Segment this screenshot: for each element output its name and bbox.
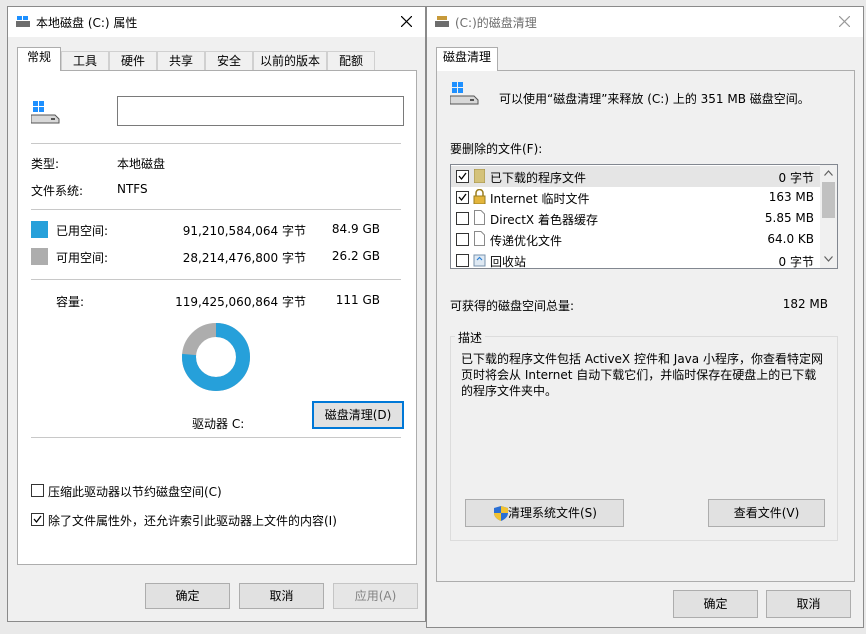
filesystem-value: NTFS <box>117 182 148 196</box>
used-space-swatch <box>31 221 48 238</box>
list-item[interactable]: DirectX 着色器缓存 5.85 MB <box>451 208 820 229</box>
free-space-label: 可用空间: <box>56 251 109 265</box>
list-item[interactable]: 已下载的程序文件 0 字节 <box>451 166 820 187</box>
free-space-swatch <box>31 248 48 265</box>
compress-drive-label: 压缩此驱动器以节约磁盘空间(C) <box>48 485 222 499</box>
file-size: 0 字节 <box>778 255 814 269</box>
scrollbar-thumb[interactable] <box>822 182 835 218</box>
checkmark-icon <box>458 172 467 181</box>
tab-tools[interactable]: 工具 <box>61 51 109 71</box>
file-checkbox[interactable] <box>456 191 469 204</box>
list-item[interactable]: 回收站 0 字节 <box>451 250 820 269</box>
checkmark-icon <box>458 193 467 202</box>
cleanup-close-button[interactable] <box>827 7 863 37</box>
files-to-delete-label: 要删除的文件(F): <box>450 142 543 156</box>
list-item[interactable]: Internet 临时文件 163 MB <box>451 187 820 208</box>
file-name: 回收站 <box>490 255 527 269</box>
file-size: 0 字节 <box>778 171 814 185</box>
properties-close-button[interactable] <box>389 7 425 37</box>
tab-hardware[interactable]: 硬件 <box>109 51 157 71</box>
used-space-gb: 84.9 GB <box>331 222 380 236</box>
close-icon <box>401 16 412 27</box>
tab-disk-cleanup[interactable]: 磁盘清理 <box>436 47 498 71</box>
properties-window: 本地磁盘 (C:) 属性 常规 工具 硬件 共享 安全 以前的版本 配额 类型:… <box>7 6 426 622</box>
file-name: DirectX 着色器缓存 <box>490 213 598 227</box>
cleanup-titlebar: (C:)的磁盘清理 <box>427 7 863 37</box>
index-contents-checkbox[interactable] <box>31 513 44 526</box>
drive-letter-label: 驱动器 C: <box>192 417 245 431</box>
tab-quota[interactable]: 配额 <box>327 51 375 71</box>
divider <box>31 209 401 210</box>
used-space-label: 已用空间: <box>56 224 109 238</box>
file-size: 163 MB <box>768 190 814 204</box>
file-name: 传递优化文件 <box>490 234 563 248</box>
files-to-delete-list[interactable]: 已下载的程序文件 0 字节 Internet 临时文件 163 MB Direc… <box>450 164 838 269</box>
file-size: 5.85 MB <box>764 211 814 225</box>
description-text: 已下载的程序文件包括 ActiveX 控件和 Java 小程序，你查看特定网页时… <box>461 352 823 398</box>
properties-title: 本地磁盘 (C:) 属性 <box>36 16 138 30</box>
clean-system-files-button[interactable]: 清理系统文件(S) <box>465 499 624 527</box>
chevron-down-icon[interactable] <box>824 256 833 262</box>
drive-icon <box>16 16 30 27</box>
file-name: 已下载的程序文件 <box>490 171 587 185</box>
divider <box>31 437 401 438</box>
file-name: Internet 临时文件 <box>490 192 590 206</box>
tab-general[interactable]: 常规 <box>17 47 61 71</box>
drive-icon <box>31 101 60 124</box>
cleanup-title: (C:)的磁盘清理 <box>455 16 537 30</box>
uac-shield-icon <box>494 506 508 521</box>
cleanup-cancel-button[interactable]: 取消 <box>766 590 851 618</box>
filesystem-label: 文件系统: <box>31 184 84 198</box>
description-title: 描述 <box>455 329 486 346</box>
compress-drive-checkbox[interactable] <box>31 484 44 497</box>
free-space-gb: 26.2 GB <box>331 249 380 263</box>
chevron-up-icon[interactable] <box>824 170 833 176</box>
used-space-bytes: 91,210,584,064 字节 <box>182 224 306 238</box>
ok-button[interactable]: 确定 <box>145 583 230 609</box>
divider <box>31 143 401 144</box>
file-icon <box>474 231 485 246</box>
tab-security[interactable]: 安全 <box>205 51 253 71</box>
cancel-button[interactable]: 取消 <box>239 583 324 609</box>
divider <box>31 279 401 280</box>
file-checkbox[interactable] <box>456 233 469 246</box>
properties-titlebar: 本地磁盘 (C:) 属性 <box>8 7 425 37</box>
disk-usage-donut-chart <box>182 323 250 391</box>
view-files-button[interactable]: 查看文件(V) <box>708 499 825 527</box>
recycle-bin-icon <box>473 254 486 267</box>
capacity-gb: 111 GB <box>335 293 380 307</box>
file-checkbox[interactable] <box>456 254 469 267</box>
list-scrollbar[interactable] <box>820 165 837 268</box>
file-checkbox[interactable] <box>456 212 469 225</box>
tab-sharing[interactable]: 共享 <box>157 51 205 71</box>
apply-button[interactable]: 应用(A) <box>333 583 418 609</box>
tab-previous-versions[interactable]: 以前的版本 <box>253 51 327 71</box>
disk-cleanup-window: (C:)的磁盘清理 磁盘清理 可以使用“磁盘清理”来释放 (C:) 上的 351… <box>426 6 864 628</box>
cleanup-panel: 可以使用“磁盘清理”来释放 (C:) 上的 351 MB 磁盘空间。 要删除的文… <box>436 70 855 582</box>
cleanup-intro-text: 可以使用“磁盘清理”来释放 (C:) 上的 351 MB 磁盘空间。 <box>499 92 810 106</box>
disk-cleanup-button[interactable]: 磁盘清理(D) <box>312 401 404 429</box>
general-panel: 类型: 本地磁盘 文件系统: NTFS 已用空间: 91,210,584,064… <box>17 70 417 565</box>
capacity-bytes: 119,425,060,864 字节 <box>175 295 306 309</box>
list-item[interactable]: 传递优化文件 64.0 KB <box>451 229 820 250</box>
checkmark-icon <box>33 515 42 524</box>
disk-cleanup-icon <box>450 82 479 105</box>
type-value: 本地磁盘 <box>117 157 166 171</box>
type-label: 类型: <box>31 157 60 171</box>
file-icon <box>474 210 485 225</box>
cleanup-ok-button[interactable]: 确定 <box>673 590 758 618</box>
file-size: 64.0 KB <box>767 232 814 246</box>
lock-icon <box>473 189 486 204</box>
total-space-label: 可获得的磁盘空间总量: <box>450 299 575 313</box>
index-contents-label: 除了文件属性外，还允许索引此驱动器上文件的内容(I) <box>48 514 337 528</box>
free-space-bytes: 28,214,476,800 字节 <box>182 251 306 265</box>
volume-label-input[interactable] <box>117 96 404 126</box>
capacity-label: 容量: <box>56 295 85 309</box>
total-space-value: 182 MB <box>782 297 828 311</box>
folder-icon <box>474 169 485 183</box>
disk-cleanup-icon <box>435 16 449 27</box>
file-checkbox[interactable] <box>456 170 469 183</box>
close-icon <box>839 16 850 27</box>
